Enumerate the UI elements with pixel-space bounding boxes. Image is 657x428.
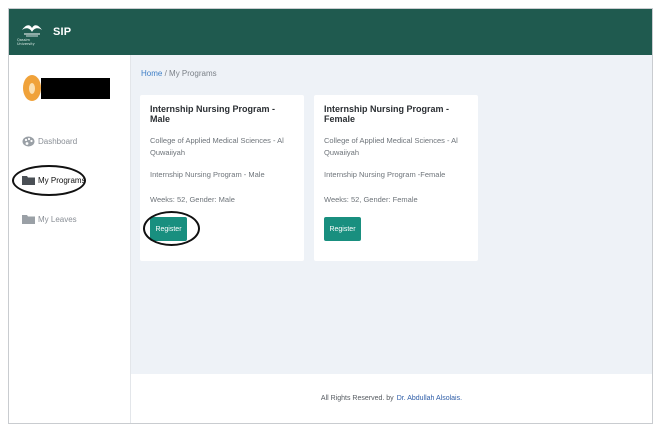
program-college: College of Applied Medical Sciences - Al…: [150, 136, 284, 157]
register-button-label: Register: [329, 225, 356, 233]
app-window: Qassim University SIP Dashboard My Progr…: [8, 8, 653, 424]
program-description: Internship Nursing Program - Male: [150, 170, 265, 179]
program-title: Internship Nursing Program - Male: [150, 104, 276, 124]
sidebar-item-dashboard[interactable]: Dashboard: [21, 130, 131, 152]
palette-icon: [21, 136, 35, 147]
highlight-circle: [143, 211, 200, 246]
program-college: College of Applied Medical Sciences - Al…: [324, 136, 458, 157]
app-title[interactable]: SIP: [53, 26, 71, 38]
sidebar-item-my-leaves[interactable]: My Leaves: [21, 208, 131, 230]
program-meta: Weeks: 52, Gender: Male: [150, 195, 235, 204]
register-button[interactable]: Register: [324, 217, 361, 241]
sidebar: Dashboard My Programs My Leaves: [9, 55, 131, 423]
user-profile[interactable]: [23, 75, 110, 101]
avatar: [23, 75, 41, 101]
program-meta: Weeks: 52, Gender: Female: [324, 195, 418, 204]
program-description: Internship Nursing Program -Female: [324, 170, 446, 179]
top-bar: Qassim University SIP: [9, 9, 652, 55]
footer: All Rights Reserved. by Dr. Abdullah Als…: [131, 374, 652, 423]
logo-caption: Qassim University: [17, 38, 35, 46]
breadcrumb-current: My Programs: [169, 69, 217, 78]
program-title: Internship Nursing Program -Female: [324, 104, 450, 124]
breadcrumb: Home / My Programs: [141, 69, 217, 78]
sidebar-item-my-programs[interactable]: My Programs: [12, 165, 131, 196]
program-card: Internship Nursing Program -Female Colle…: [314, 95, 478, 261]
university-logo[interactable]: Qassim University: [17, 16, 47, 48]
breadcrumb-separator: /: [164, 69, 167, 78]
register-button[interactable]: Register: [143, 211, 200, 246]
highlight-circle: [12, 165, 86, 196]
footer-author-link[interactable]: Dr. Abdullah Alsolais.: [397, 395, 462, 402]
logo-icon: [22, 25, 42, 37]
avatar-figure: [29, 82, 35, 94]
username-redacted: [41, 77, 110, 99]
sidebar-item-label: Dashboard: [38, 136, 78, 146]
folder-icon: [21, 214, 35, 225]
footer-text: All Rights Reserved. by: [320, 395, 394, 402]
main-content: Home / My Programs Internship Nursing Pr…: [131, 55, 652, 374]
program-card: Internship Nursing Program - Male Colleg…: [140, 95, 304, 261]
sidebar-item-label: My Leaves: [38, 214, 77, 224]
sidebar-nav: Dashboard My Programs My Leaves: [12, 130, 131, 247]
breadcrumb-home-link[interactable]: Home: [141, 69, 162, 78]
